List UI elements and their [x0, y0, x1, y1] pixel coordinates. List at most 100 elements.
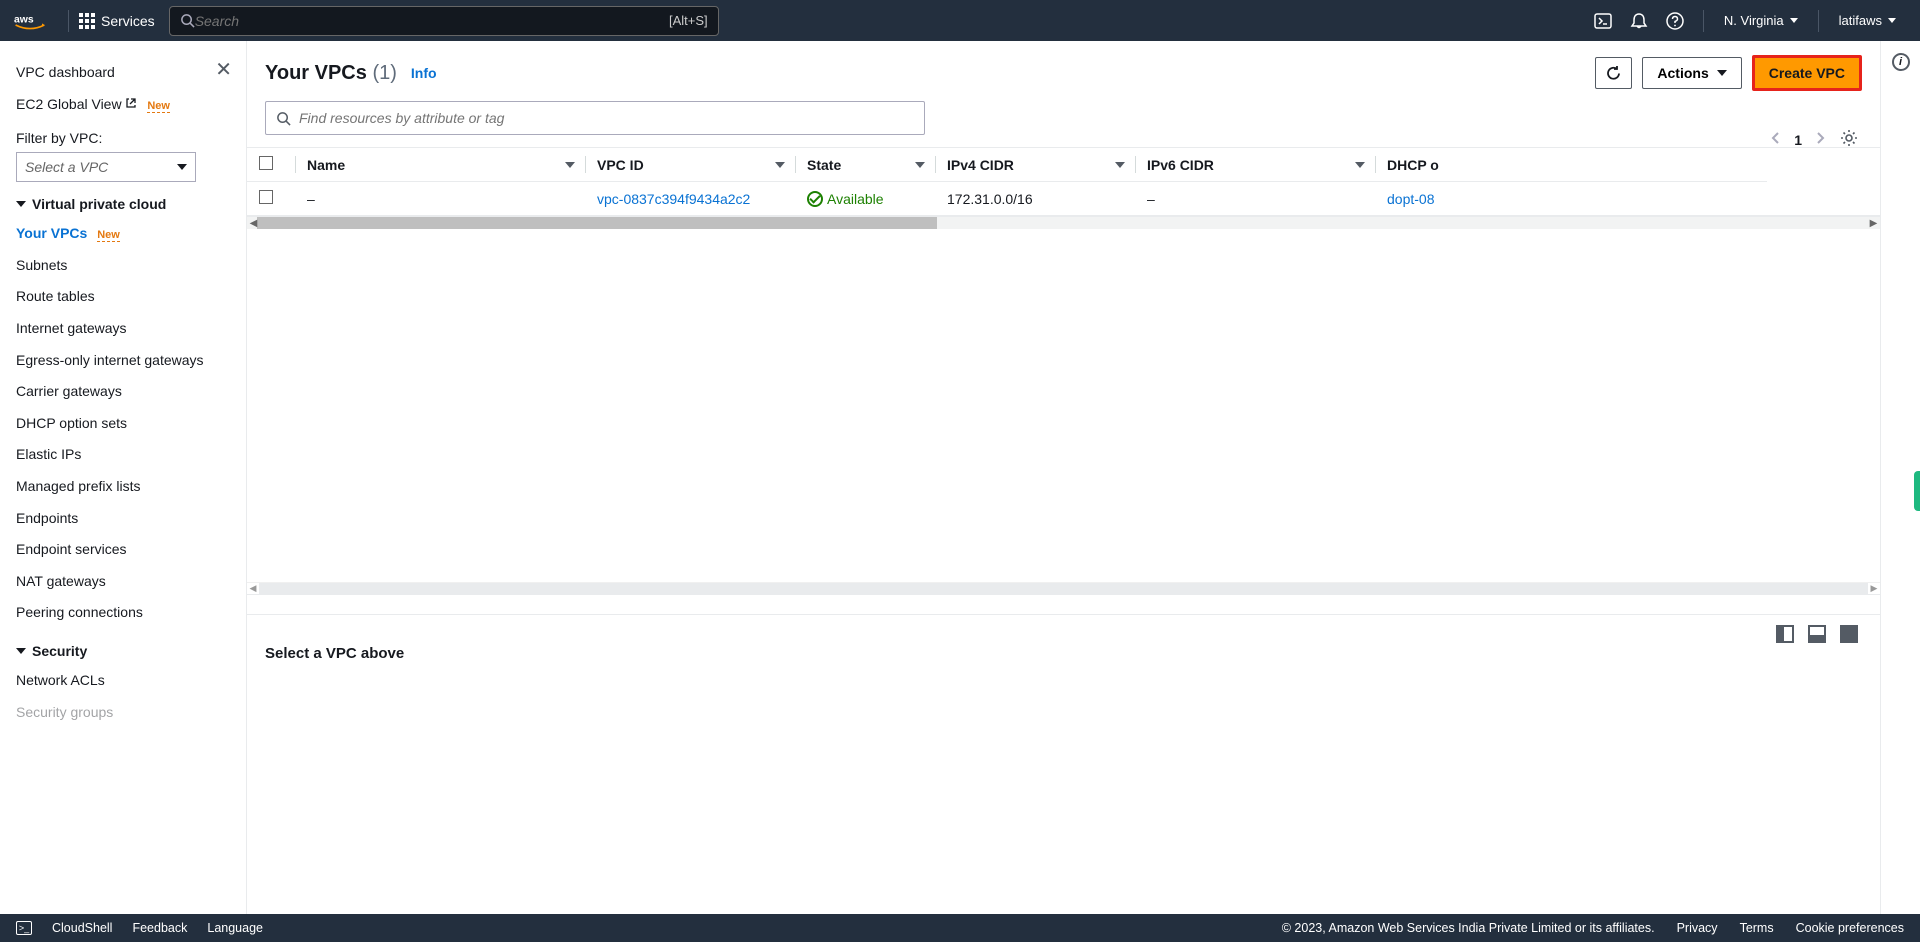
cell-vpc-id[interactable]: vpc-0837c394f9434a2c2 [597, 191, 750, 207]
topnav-right: N. Virginia latifaws [1585, 3, 1906, 39]
col-name[interactable]: Name [295, 148, 585, 182]
table-settings-icon[interactable] [1840, 129, 1858, 150]
sidebar-item-peering-connections[interactable]: Peering connections [16, 597, 246, 629]
footer-terms[interactable]: Terms [1740, 921, 1774, 935]
sidebar-item-endpoint-services[interactable]: Endpoint services [16, 534, 246, 566]
col-vpc-id[interactable]: VPC ID [585, 148, 795, 182]
global-search[interactable]: [Alt+S] [169, 6, 719, 36]
table-horizontal-scrollbar[interactable]: ◀ ▶ [247, 216, 1880, 229]
cell-dhcp[interactable]: dopt-08 [1387, 191, 1434, 207]
sidebar-item-security-groups[interactable]: Security groups [16, 697, 246, 729]
sidebar-item-your-vpcs[interactable]: Your VPCs New [16, 218, 246, 250]
services-menu[interactable]: Services [79, 13, 155, 29]
layout-full-icon[interactable] [1840, 625, 1858, 643]
scroll-thumb[interactable] [257, 217, 937, 229]
scroll-right-arrow[interactable]: ▶ [1868, 583, 1880, 594]
notifications-icon[interactable] [1621, 3, 1657, 39]
feedback-tab[interactable] [1914, 471, 1920, 511]
pager-next[interactable] [1816, 131, 1826, 148]
footer-cloudshell[interactable]: CloudShell [52, 921, 112, 935]
info-link[interactable]: Info [411, 65, 437, 81]
sidebar-vpc-dashboard[interactable]: VPC dashboard [16, 57, 246, 89]
caret-down-icon [16, 648, 26, 654]
scroll-left-arrow[interactable]: ◀ [247, 583, 259, 594]
vpc-filter-select[interactable]: Select a VPC [16, 152, 196, 182]
actions-label: Actions [1657, 65, 1708, 81]
sort-icon[interactable] [1355, 162, 1365, 168]
search-icon [180, 13, 195, 28]
sort-icon[interactable] [1115, 162, 1125, 168]
refresh-icon [1605, 65, 1622, 82]
layout-side-icon[interactable] [1776, 625, 1794, 643]
select-all-checkbox[interactable] [259, 156, 273, 170]
panel-horizontal-scrollbar[interactable]: ◀ ▶ [247, 582, 1880, 594]
check-circle-icon [807, 191, 823, 207]
sidebar-item-elastic-ips[interactable]: Elastic IPs [16, 439, 246, 471]
detail-layout-switch [1776, 625, 1858, 643]
filter-input[interactable] [299, 110, 914, 126]
sort-icon[interactable] [775, 162, 785, 168]
cloudshell-icon[interactable]: >_ [16, 921, 32, 935]
vpc-filter-placeholder: Select a VPC [25, 159, 108, 175]
row-checkbox[interactable] [259, 190, 273, 204]
top-nav: aws Services [Alt+S] N. Virginia latifaw… [0, 0, 1920, 41]
search-input[interactable] [195, 13, 669, 29]
vpc-table-wrapper: Name VPC ID State IPv4 CIDR IPv6 CIDR DH… [247, 147, 1880, 216]
filter-by-vpc-label: Filter by VPC: [16, 130, 246, 146]
section-security[interactable]: Security [16, 629, 246, 665]
region-label: N. Virginia [1724, 13, 1784, 28]
sort-icon[interactable] [565, 162, 575, 168]
actions-dropdown[interactable]: Actions [1642, 57, 1741, 89]
sidebar-item-dhcp-option-sets[interactable]: DHCP option sets [16, 408, 246, 440]
section-virtual-private-cloud[interactable]: Virtual private cloud [16, 182, 246, 218]
scroll-right-arrow[interactable]: ▶ [1867, 218, 1880, 229]
sidebar-item-endpoints[interactable]: Endpoints [16, 503, 246, 535]
sidebar-item-managed-prefix-lists[interactable]: Managed prefix lists [16, 471, 246, 503]
caret-down-icon [16, 201, 26, 207]
col-ipv6-cidr[interactable]: IPv6 CIDR [1135, 148, 1375, 182]
footer-language[interactable]: Language [207, 921, 263, 935]
sidebar-item-carrier-gateways[interactable]: Carrier gateways [16, 376, 246, 408]
cell-ipv4-cidr: 172.31.0.0/16 [935, 182, 1135, 216]
info-panel-toggle-icon[interactable]: i [1892, 53, 1910, 71]
footer-cookies[interactable]: Cookie preferences [1796, 921, 1904, 935]
panel-splitter[interactable] [247, 594, 1880, 614]
cloudshell-icon[interactable] [1585, 3, 1621, 39]
sidebar-item-subnets[interactable]: Subnets [16, 250, 246, 282]
sidebar: ✕ VPC dashboard EC2 Global View New Filt… [0, 41, 247, 914]
sidebar-item-egress-only-igw[interactable]: Egress-only internet gateways [16, 345, 246, 377]
resource-filter[interactable] [265, 101, 925, 135]
svg-text:aws: aws [14, 14, 34, 25]
pager-prev[interactable] [1770, 131, 1780, 148]
region-selector[interactable]: N. Virginia [1714, 13, 1808, 28]
col-dhcp[interactable]: DHCP o [1375, 148, 1767, 182]
create-vpc-button[interactable]: Create VPC [1752, 55, 1862, 91]
sidebar-item-network-acls[interactable]: Network ACLs [16, 665, 246, 697]
account-menu[interactable]: latifaws [1829, 13, 1906, 28]
aws-logo[interactable]: aws [14, 11, 46, 31]
table-row[interactable]: – vpc-0837c394f9434a2c2 Available 172.31… [247, 182, 1767, 216]
refresh-button[interactable] [1595, 57, 1632, 89]
close-sidebar-icon[interactable]: ✕ [215, 57, 232, 82]
sidebar-ec2-global-view[interactable]: EC2 Global View New [16, 89, 246, 121]
scroll-track[interactable] [259, 583, 1868, 594]
layout-bottom-icon[interactable] [1808, 625, 1826, 643]
sidebar-item-route-tables[interactable]: Route tables [16, 281, 246, 313]
page-body: ✕ VPC dashboard EC2 Global View New Filt… [0, 41, 1920, 914]
col-ipv4-cidr[interactable]: IPv4 CIDR [935, 148, 1135, 182]
footer-copyright: © 2023, Amazon Web Services India Privat… [1282, 921, 1655, 935]
footer-feedback[interactable]: Feedback [132, 921, 187, 935]
sidebar-item-nat-gateways[interactable]: NAT gateways [16, 566, 246, 598]
help-icon[interactable] [1657, 3, 1693, 39]
scroll-left-arrow[interactable]: ◀ [247, 218, 260, 229]
new-badge: New [97, 229, 120, 242]
footer-privacy[interactable]: Privacy [1677, 921, 1718, 935]
sidebar-item-internet-gateways[interactable]: Internet gateways [16, 313, 246, 345]
table-header-row: Name VPC ID State IPv4 CIDR IPv6 CIDR DH… [247, 148, 1767, 182]
divider [68, 10, 69, 32]
col-state[interactable]: State [795, 148, 935, 182]
grid-icon [79, 13, 95, 29]
external-link-icon [125, 97, 137, 109]
sort-icon[interactable] [915, 162, 925, 168]
divider [1818, 10, 1819, 32]
